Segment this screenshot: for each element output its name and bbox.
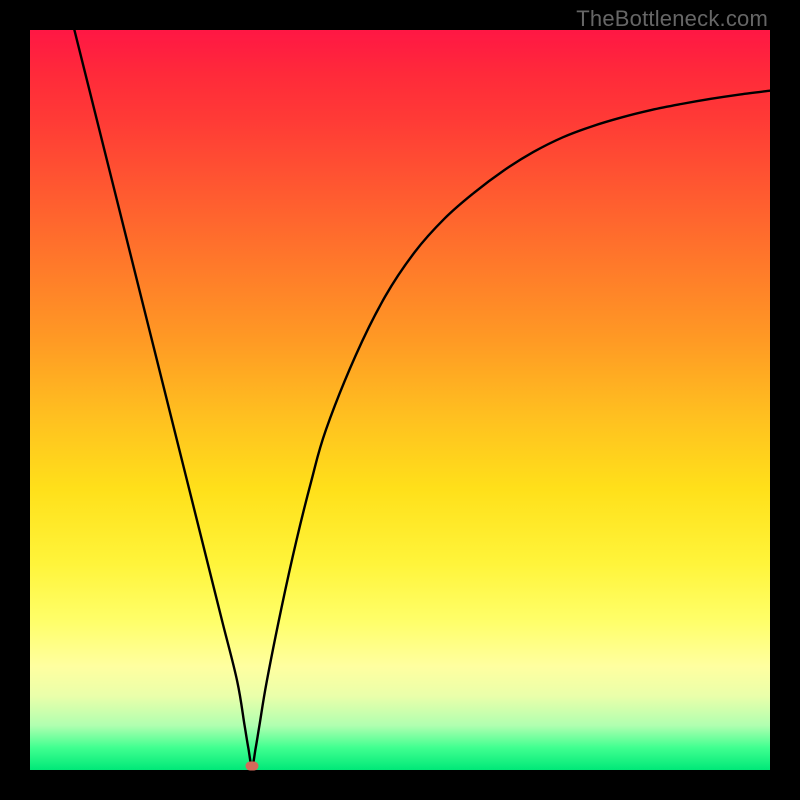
bottleneck-curve bbox=[74, 30, 770, 766]
chart-container: TheBottleneck.com bbox=[0, 0, 800, 800]
minimum-marker bbox=[246, 762, 259, 771]
plot-area bbox=[30, 30, 770, 770]
watermark-text: TheBottleneck.com bbox=[576, 6, 768, 32]
curve-svg bbox=[30, 30, 770, 770]
